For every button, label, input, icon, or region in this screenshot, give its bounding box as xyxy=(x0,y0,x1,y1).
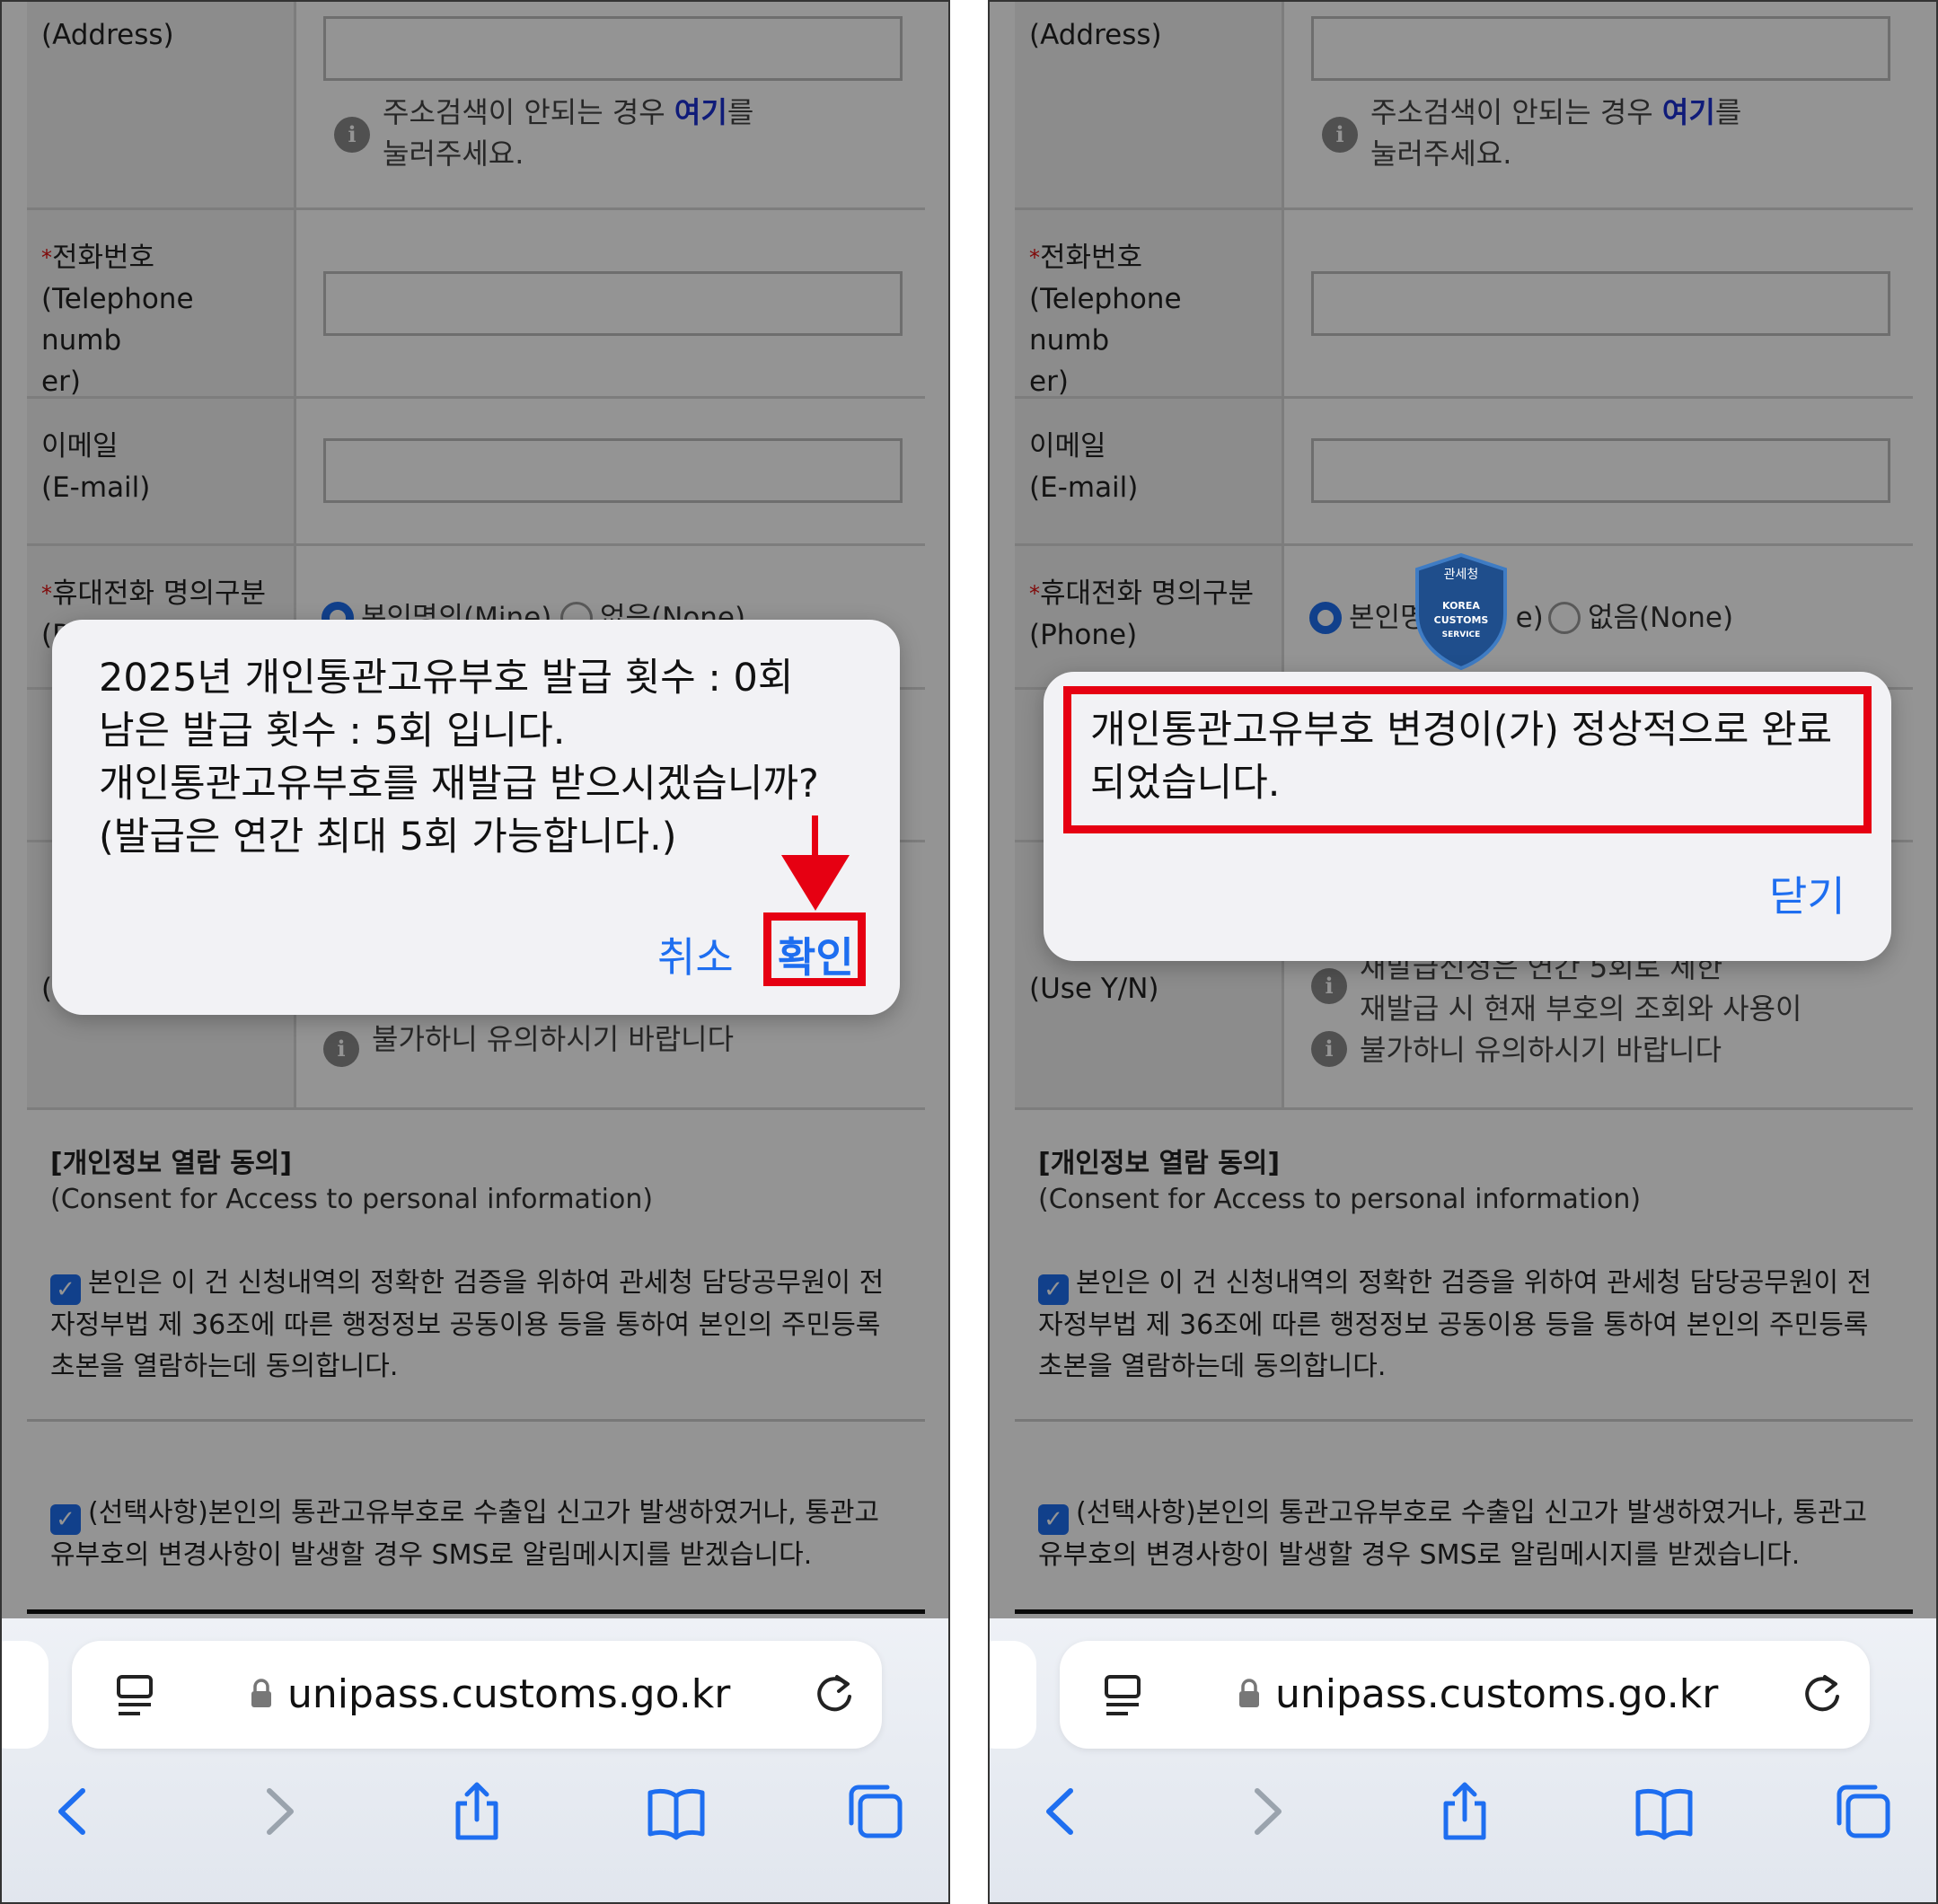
reader-icon[interactable] xyxy=(1099,1671,1148,1720)
dialog-message: 개인통관고유부호 변경이(가) 정상적으로 완료 되었습니다. xyxy=(1090,708,1833,806)
screenshot-left: (Address) i 주소검색이 안되는 경우 여기를 눌러주세요. *전화번… xyxy=(0,0,950,1904)
tabs-icon[interactable] xyxy=(844,1780,907,1843)
reissue-confirm-dialog: 2025년 개인통관고유부호 발급 횟수 : 0회 남은 발급 횟수 : 5회 … xyxy=(52,620,900,1015)
close-button[interactable]: 닫기 xyxy=(1769,864,1846,923)
screenshot-right: (Address) i 주소검색이 안되는 경우 여기를 눌러주세요. *전화번… xyxy=(988,0,1938,1904)
forward-icon[interactable] xyxy=(1234,1780,1297,1843)
emblem-top-text: 관세청 xyxy=(1444,568,1479,582)
previous-tab-stub[interactable] xyxy=(990,1641,1036,1749)
cancel-button[interactable]: 취소 xyxy=(657,925,734,984)
change-complete-dialog: 개인통관고유부호 변경이(가) 정상적으로 완료 되었습니다. 닫기 xyxy=(1044,672,1891,961)
arrow-shaft xyxy=(812,815,818,860)
back-icon[interactable] xyxy=(43,1780,106,1843)
reload-icon[interactable] xyxy=(1798,1670,1846,1718)
forward-icon[interactable] xyxy=(246,1780,309,1843)
previous-tab-stub[interactable] xyxy=(2,1641,48,1749)
browser-toolbar: unipass.customs.go.kr xyxy=(2,1618,948,1902)
browser-toolbar: unipass.customs.go.kr xyxy=(990,1618,1936,1902)
share-icon[interactable] xyxy=(1433,1780,1496,1843)
lock-icon xyxy=(1239,1679,1259,1707)
back-icon[interactable] xyxy=(1031,1780,1094,1843)
address-bar[interactable]: unipass.customs.go.kr xyxy=(1060,1641,1870,1749)
emblem-line-2: CUSTOMS xyxy=(1434,614,1489,626)
address-bar[interactable]: unipass.customs.go.kr xyxy=(72,1641,882,1749)
confirm-highlight-box xyxy=(763,912,866,986)
bookmarks-icon[interactable] xyxy=(1633,1780,1696,1843)
reload-icon[interactable] xyxy=(810,1670,859,1718)
customs-emblem-icon: 관세청 KOREA CUSTOMS SERVICE xyxy=(1415,552,1507,670)
dialog-message: 2025년 개인통관고유부호 발급 횟수 : 0회 남은 발급 횟수 : 5회 … xyxy=(99,656,819,859)
emblem-line-1: KOREA xyxy=(1442,600,1480,612)
reader-icon[interactable] xyxy=(111,1671,160,1720)
down-arrow-icon xyxy=(781,855,850,911)
emblem-line-3: SERVICE xyxy=(1442,630,1481,639)
tabs-icon[interactable] xyxy=(1832,1780,1895,1843)
lock-icon xyxy=(251,1679,271,1707)
url-text[interactable]: unipass.customs.go.kr xyxy=(1275,1671,1718,1717)
share-icon[interactable] xyxy=(445,1780,508,1843)
bookmarks-icon[interactable] xyxy=(645,1780,708,1843)
url-text[interactable]: unipass.customs.go.kr xyxy=(287,1671,730,1717)
